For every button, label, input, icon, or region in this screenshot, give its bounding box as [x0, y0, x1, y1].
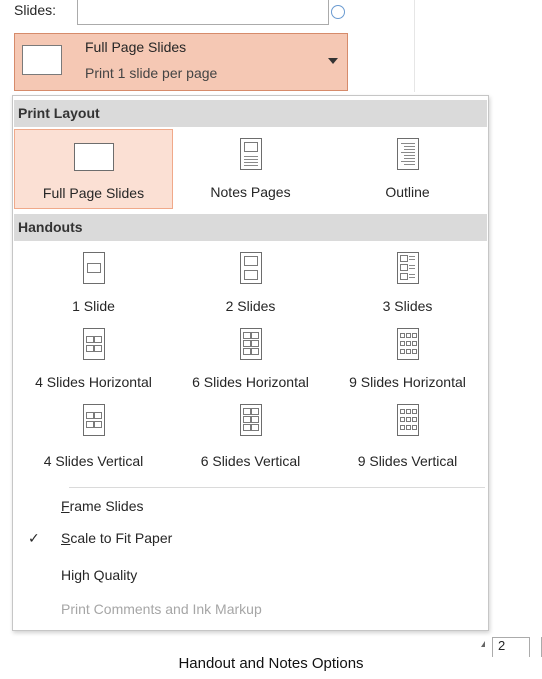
handout-label: 4 Slides Vertical — [43, 453, 144, 469]
dropdown-subtitle: Print 1 slide per page — [85, 65, 218, 81]
layout-label: Outline — [385, 184, 430, 200]
handout-2-slides[interactable]: 2 Slides — [173, 246, 328, 322]
option-label: cale to Fit Paper — [70, 530, 173, 546]
handout-label: 1 Slide — [72, 298, 115, 314]
handout-9-vertical-icon — [396, 404, 419, 436]
page-number-input[interactable]: 2 — [492, 637, 530, 657]
divider — [69, 487, 485, 488]
handout-6-vertical[interactable]: 6 Slides Vertical — [173, 398, 328, 478]
full-page-slide-icon — [22, 45, 62, 75]
divider — [414, 0, 415, 92]
option-scale-to-fit-paper[interactable]: Scale to Fit Paper — [61, 530, 172, 546]
option-label: rame Slides — [69, 498, 144, 514]
handout-4-vertical-icon — [82, 404, 105, 436]
handout-label: 9 Slides Vertical — [357, 453, 458, 469]
option-label: High Quality — [61, 567, 138, 583]
handout-4-vertical[interactable]: 4 Slides Vertical — [14, 398, 173, 478]
handout-label: 2 Slides — [225, 298, 276, 314]
layout-dropdown-panel: Print Layout Full Page Slides Notes Page… — [12, 95, 489, 631]
option-high-quality[interactable]: High Quality — [61, 567, 137, 583]
handout-6-horizontal[interactable]: 6 Slides Horizontal — [173, 322, 328, 398]
layout-notes-pages[interactable]: Notes Pages — [173, 129, 328, 209]
handout-label: 9 Slides Horizontal — [349, 374, 466, 390]
slides-label: Slides: — [14, 2, 57, 18]
handout-9-horizontal-icon — [396, 328, 419, 360]
option-print-comments: Print Comments and Ink Markup — [61, 601, 262, 617]
handout-label: 4 Slides Horizontal — [35, 374, 152, 390]
layout-label: Full Page Slides — [42, 185, 145, 201]
dropdown-title: Full Page Slides — [85, 39, 187, 55]
option-label: Print Comments and Ink Markup — [61, 601, 262, 617]
checkmark-icon: ✓ — [28, 530, 40, 546]
option-frame-slides[interactable]: Frame Slides — [61, 498, 143, 514]
info-icon[interactable] — [331, 5, 345, 19]
handout-6-vertical-icon — [239, 404, 262, 436]
section-header-print-layout: Print Layout — [14, 100, 487, 127]
layout-outline[interactable]: Outline — [328, 129, 487, 209]
handout-3-slides-icon — [396, 252, 419, 284]
slides-input[interactable] — [77, 0, 329, 25]
handout-6-horizontal-icon — [239, 328, 262, 360]
handout-2-slides-icon — [239, 252, 262, 284]
full-page-slide-icon — [73, 143, 114, 171]
chevron-down-icon — [328, 58, 338, 64]
triangle-icon — [481, 641, 485, 647]
handout-9-vertical[interactable]: 9 Slides Vertical — [328, 398, 487, 478]
handout-3-slides[interactable]: 3 Slides — [328, 246, 487, 322]
notes-pages-icon — [239, 138, 262, 170]
handout-4-horizontal-icon — [82, 328, 105, 360]
handout-label: 3 Slides — [382, 298, 433, 314]
outline-icon — [396, 138, 419, 170]
handout-1-slide-icon — [82, 252, 105, 284]
layout-full-page-slides[interactable]: Full Page Slides — [14, 129, 173, 209]
handout-label: 6 Slides Vertical — [200, 453, 301, 469]
print-layout-dropdown[interactable]: Full Page Slides Print 1 slide per page — [14, 33, 348, 91]
handout-1-slide[interactable]: 1 Slide — [14, 246, 173, 322]
handout-4-horizontal[interactable]: 4 Slides Horizontal — [14, 322, 173, 398]
accelerator-key: S — [61, 530, 71, 546]
handout-9-horizontal[interactable]: 9 Slides Horizontal — [328, 322, 487, 398]
section-header-handouts: Handouts — [14, 214, 487, 241]
figure-caption: Handout and Notes Options — [178, 655, 364, 672]
handout-label: 6 Slides Horizontal — [192, 374, 309, 390]
layout-label: Notes Pages — [210, 184, 291, 200]
accelerator-key: F — [61, 498, 70, 514]
